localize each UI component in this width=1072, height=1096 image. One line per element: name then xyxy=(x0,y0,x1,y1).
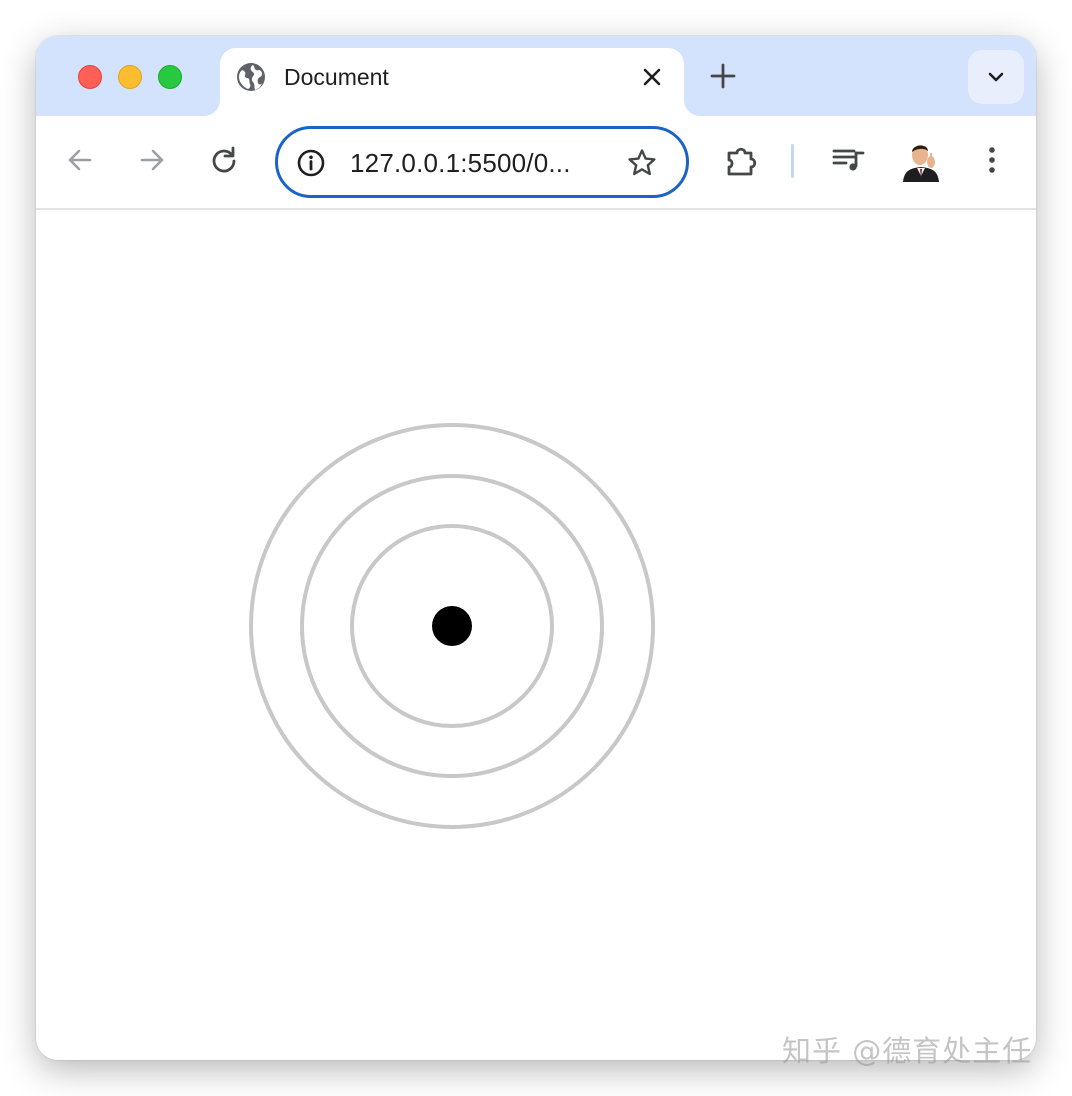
center-dot xyxy=(432,606,472,646)
star-icon[interactable] xyxy=(626,147,658,179)
profile-avatar[interactable] xyxy=(901,138,941,182)
maximize-window-button[interactable] xyxy=(158,65,182,89)
puzzle-icon[interactable] xyxy=(724,144,757,176)
tab-strip: Document xyxy=(36,36,1036,116)
browser-toolbar: 127.0.0.1:5500/0... xyxy=(36,116,1036,210)
minimize-window-button[interactable] xyxy=(118,65,142,89)
kebab-menu-icon[interactable] xyxy=(976,144,1008,176)
tab-title: Document xyxy=(284,64,389,90)
close-window-button[interactable] xyxy=(78,65,102,89)
toolbar-divider xyxy=(791,144,794,178)
arrow-left-icon[interactable] xyxy=(64,144,96,176)
info-icon[interactable] xyxy=(296,148,326,178)
address-bar[interactable]: 127.0.0.1:5500/0... xyxy=(275,126,689,198)
playlist-music-icon[interactable] xyxy=(832,144,865,176)
arrow-right-icon[interactable] xyxy=(136,144,168,176)
tab-search-button[interactable] xyxy=(968,50,1024,104)
screenshot-stage: Document 127.0.0.1:5500/0... 知乎 @德育处主任 xyxy=(0,0,1072,1096)
chevron-down-icon xyxy=(988,72,1004,82)
reload-icon[interactable] xyxy=(208,144,240,176)
address-bar-url[interactable]: 127.0.0.1:5500/0... xyxy=(350,147,571,179)
close-icon[interactable] xyxy=(638,63,666,91)
plus-icon[interactable] xyxy=(708,61,738,91)
page-content xyxy=(36,210,1036,1060)
browser-window: Document 127.0.0.1:5500/0... xyxy=(36,36,1036,1060)
globe-icon xyxy=(236,62,266,92)
watermark-text: 知乎 @德育处主任 xyxy=(782,1034,1033,1068)
tab-document[interactable]: Document xyxy=(220,48,684,116)
ripple-graphic xyxy=(249,423,655,829)
